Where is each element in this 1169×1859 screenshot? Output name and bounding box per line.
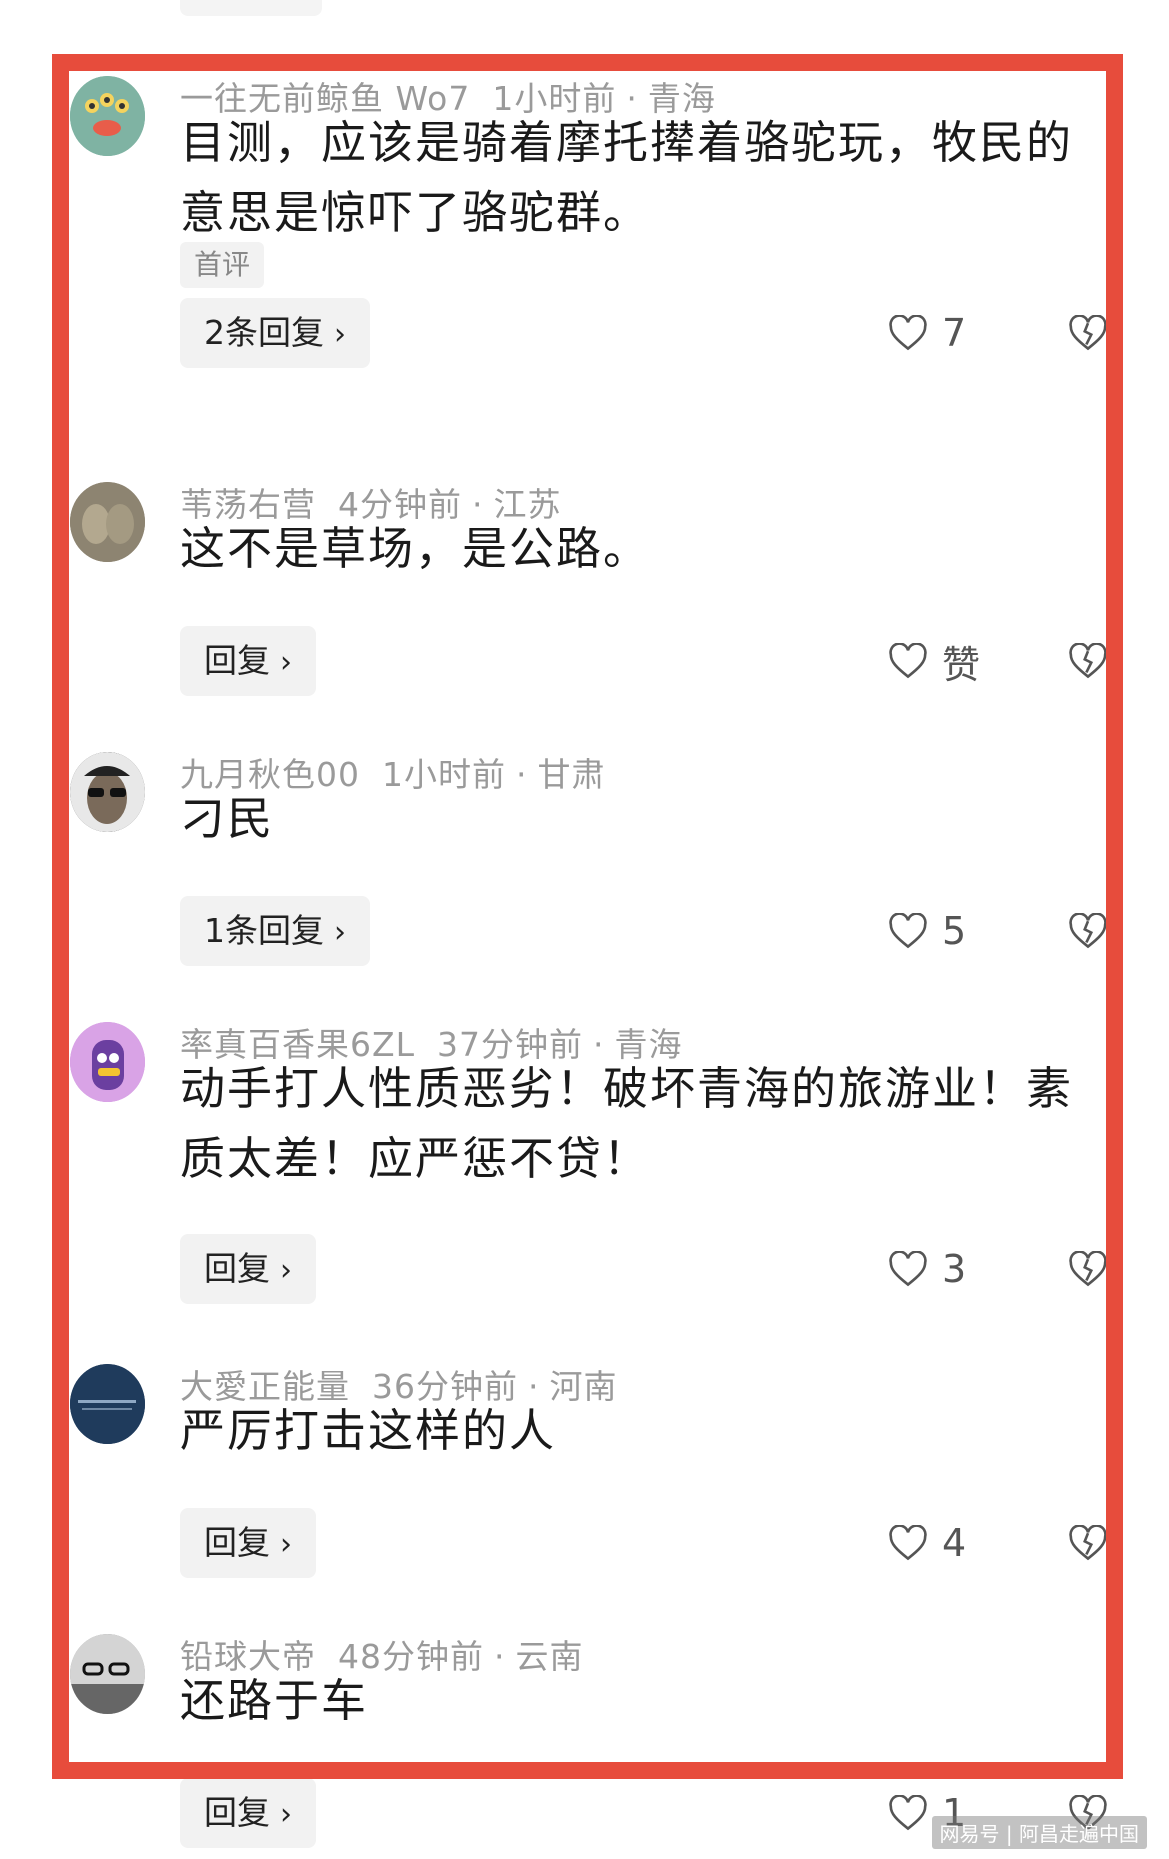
comment-text: 刁民 (180, 792, 275, 845)
like-button[interactable]: 赞 (888, 626, 980, 696)
dislike-button[interactable] (1068, 298, 1108, 368)
comment-feed: 一往无前鲸鱼 Wo7 1小时前 · 青海 目测，应该是骑着摩托撵着骆驼玩，牧民的意思是… (0, 0, 1169, 1859)
avatar[interactable] (70, 1022, 145, 1102)
reply-label: 回复 (204, 1523, 270, 1562)
like-count: 4 (942, 1521, 967, 1565)
comment-text: 动手打人性质恶劣！破坏青海的旅游业！素质太差！应严惩不贷！ (180, 1062, 1074, 1185)
comment-text: 目测，应该是骑着摩托撵着骆驼玩，牧民的意思是惊吓了骆驼群。 (180, 116, 1074, 239)
like-button[interactable]: 3 (888, 1234, 966, 1304)
like-count: 3 (942, 1247, 967, 1291)
avatar[interactable] (70, 76, 145, 156)
chevron-right-icon: › (280, 1527, 292, 1562)
view-replies-button[interactable]: 1条回复 › (180, 896, 370, 966)
comment-text: 还路于车 (180, 1674, 369, 1727)
dislike-button[interactable] (1068, 1508, 1108, 1578)
reply-button[interactable]: 回复 › (180, 1508, 316, 1578)
chevron-right-icon: › (334, 915, 346, 950)
reply-button[interactable]: 回复 › (180, 1234, 316, 1304)
broken-heart-icon (1069, 315, 1107, 351)
avatar[interactable] (70, 482, 145, 562)
chevron-right-icon: › (280, 1797, 292, 1832)
comment-text: 这不是草场，是公路。 (180, 522, 651, 575)
like-button[interactable]: 7 (888, 298, 966, 368)
reply-label: 回复 (204, 1249, 270, 1288)
broken-heart-icon (1069, 913, 1107, 949)
heart-icon (889, 1251, 927, 1287)
like-button[interactable]: 4 (888, 1508, 966, 1578)
dislike-button[interactable] (1068, 896, 1108, 966)
like-button[interactable]: 5 (888, 896, 966, 966)
reply-label: 回复 (204, 1793, 270, 1832)
dislike-button[interactable] (1068, 1234, 1108, 1304)
heart-icon (889, 913, 927, 949)
heart-icon (889, 1525, 927, 1561)
heart-icon (889, 315, 927, 351)
watermark: 网易号 | 阿昌走遍中国 (931, 1816, 1147, 1849)
reply-button[interactable]: 回复 › (180, 1778, 316, 1848)
chevron-right-icon: › (334, 317, 346, 352)
previous-reply-button[interactable] (180, 0, 322, 16)
like-count: 5 (942, 909, 967, 953)
avatar[interactable] (70, 1634, 145, 1714)
view-replies-button[interactable]: 2条回复 › (180, 298, 370, 368)
avatar[interactable] (70, 1364, 145, 1444)
heart-icon (889, 1795, 927, 1831)
chevron-right-icon: › (280, 1253, 292, 1288)
reply-label: 2条回复 (204, 313, 324, 352)
heart-icon (889, 643, 927, 679)
avatar[interactable] (70, 752, 145, 832)
first-comment-tag: 首评 (180, 242, 265, 288)
comment-text: 严厉打击这样的人 (180, 1404, 557, 1457)
broken-heart-icon (1069, 1525, 1107, 1561)
reply-label: 回复 (204, 641, 270, 680)
reply-button[interactable]: 回复 › (180, 626, 316, 696)
broken-heart-icon (1069, 1251, 1107, 1287)
chevron-right-icon: › (280, 645, 292, 680)
dislike-button[interactable] (1068, 626, 1108, 696)
reply-label: 1条回复 (204, 911, 324, 950)
like-count: 7 (942, 311, 967, 355)
like-count: 赞 (942, 642, 981, 687)
broken-heart-icon (1069, 643, 1107, 679)
